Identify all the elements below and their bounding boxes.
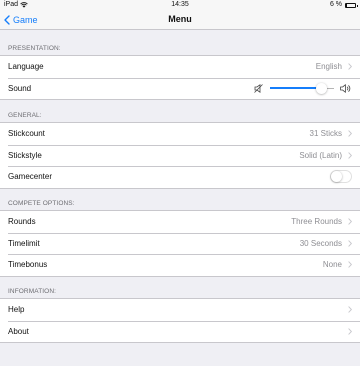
sound-row: Sound <box>0 77 360 100</box>
back-button[interactable]: Game <box>4 10 38 29</box>
stickstyle-row[interactable]: Stickstyle Solid (Latin) <box>0 144 360 167</box>
stickcount-value: 31 Sticks <box>309 129 342 139</box>
gamecenter-label: Gamecenter <box>8 172 53 182</box>
stickstyle-label: Stickstyle <box>8 150 42 160</box>
back-button-label: Game <box>13 14 38 25</box>
chevron-right-icon <box>348 152 352 159</box>
chevron-right-icon <box>348 328 352 335</box>
chevron-left-icon <box>4 14 10 25</box>
section-header-general: GENERAL: <box>8 112 42 119</box>
status-right: 6 % <box>329 0 358 10</box>
section-header-compete-options: COMPETE OPTIONS: <box>8 200 75 207</box>
status-time: 14:35 <box>171 1 189 8</box>
speaker-loud-icon <box>340 83 351 93</box>
rounds-label: Rounds <box>8 217 36 227</box>
timelimit-label: Timelimit <box>8 238 40 248</box>
presentation-group: Language English Sound <box>0 55 360 100</box>
chevron-right-icon <box>348 218 352 225</box>
stickcount-row[interactable]: Stickcount 31 Sticks <box>0 123 360 145</box>
timebonus-value: None <box>322 260 342 270</box>
chevron-right-icon <box>348 261 352 268</box>
timebonus-row[interactable]: Timebonus None <box>0 254 360 276</box>
chevron-right-icon <box>348 130 352 137</box>
rounds-value: Three Rounds <box>291 217 342 227</box>
about-row[interactable]: About <box>0 320 360 343</box>
stickcount-label: Stickcount <box>8 129 45 139</box>
chevron-right-icon <box>348 240 352 247</box>
battery-fill <box>346 3 347 7</box>
section-header-presentation: PRESENTATION: <box>8 45 61 52</box>
language-label: Language <box>8 62 44 72</box>
toggle-knob <box>331 171 342 183</box>
about-label: About <box>8 326 29 336</box>
settings-screen: iPad 14:35 6 % Game Menu PRESENTATION: L… <box>0 0 360 366</box>
compete-options-group: Rounds Three Rounds Timelimit 30 Seconds… <box>0 210 360 277</box>
general-group: Stickcount 31 Sticks Stickstyle Solid (L… <box>0 122 360 189</box>
slider-fill <box>270 87 322 90</box>
language-value: English <box>315 62 342 72</box>
slider-knob[interactable] <box>315 82 327 94</box>
language-row[interactable]: Language English <box>0 56 360 78</box>
stickstyle-value: Solid (Latin) <box>299 150 342 160</box>
section-header-information: INFORMATION: <box>8 288 57 295</box>
gamecenter-row: Gamecenter <box>0 166 360 188</box>
battery-icon <box>345 2 358 8</box>
rounds-row[interactable]: Rounds Three Rounds <box>0 211 360 233</box>
gamecenter-toggle[interactable] <box>330 170 352 184</box>
sound-label: Sound <box>8 83 32 93</box>
timelimit-value: 30 Seconds <box>299 238 342 248</box>
information-group: Help About <box>0 298 360 343</box>
sound-slider[interactable] <box>270 82 334 94</box>
chevron-right-icon <box>348 63 352 70</box>
navigation-bar: Game Menu <box>0 10 360 30</box>
battery-percentage: 6 % <box>329 1 342 8</box>
sound-slider-group <box>254 82 352 94</box>
timelimit-row[interactable]: Timelimit 30 Seconds <box>0 232 360 255</box>
page-title: Menu <box>168 14 192 24</box>
chevron-right-icon <box>348 306 352 313</box>
timebonus-label: Timebonus <box>8 260 48 270</box>
help-label: Help <box>8 305 25 315</box>
speaker-mute-icon <box>254 83 263 93</box>
help-row[interactable]: Help <box>0 299 360 321</box>
status-bar: iPad 14:35 6 % <box>0 0 360 10</box>
